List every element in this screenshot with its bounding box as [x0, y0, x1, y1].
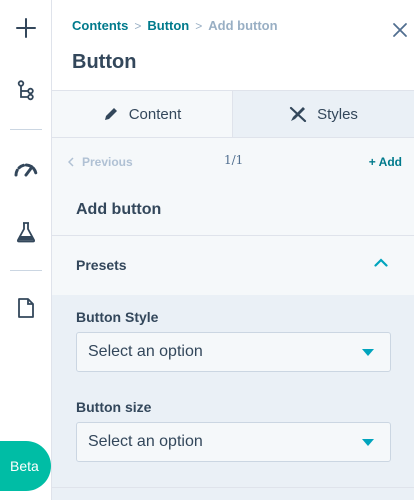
presets-toggle[interactable]: Presets — [52, 236, 414, 294]
tab-bar: Content Styles — [52, 90, 414, 138]
breadcrumb-contents[interactable]: Contents — [72, 18, 128, 33]
button-size-label: Button size — [76, 399, 152, 415]
button-style-label: Button Style — [76, 309, 159, 325]
item-count: 1/1 — [224, 153, 244, 167]
page-settings-button[interactable] — [0, 288, 52, 328]
button-size-value: Select an option — [88, 433, 203, 450]
beta-badge[interactable]: Beta — [0, 441, 51, 491]
breadcrumb-current: Add button — [208, 18, 278, 33]
plus-icon — [16, 18, 36, 38]
button-style-value: Select an option — [88, 343, 203, 360]
caret-down-icon — [362, 439, 374, 446]
left-rail — [0, 0, 52, 500]
form-divider — [52, 487, 414, 488]
gauge-icon — [14, 163, 38, 177]
flask-icon — [16, 222, 36, 243]
tab-content-label: Content — [128, 105, 182, 123]
button-style-select[interactable]: Select an option — [76, 332, 391, 372]
editor-panel: Contents > Button > Add button Button Co… — [52, 0, 414, 500]
breadcrumb-separator: > — [134, 18, 142, 33]
previous-button[interactable]: Previous — [68, 155, 133, 169]
rail-divider — [10, 129, 42, 130]
breadcrumb-separator: > — [195, 18, 203, 33]
pencil-icon — [104, 108, 117, 120]
tab-styles-label: Styles — [317, 105, 358, 123]
layers-button[interactable] — [0, 71, 52, 111]
add-module-button[interactable] — [0, 8, 52, 48]
chevron-up-icon — [374, 258, 388, 267]
presets-label: Presets — [76, 257, 127, 273]
section-title: Add button — [76, 201, 162, 218]
page-title: Button — [72, 51, 137, 73]
breadcrumb-button[interactable]: Button — [147, 18, 189, 33]
caret-down-icon — [362, 349, 374, 356]
close-button[interactable] — [390, 20, 410, 40]
button-size-select[interactable]: Select an option — [76, 422, 391, 462]
beta-label: Beta — [10, 458, 39, 474]
presets-form: Button Style Select an option Button siz… — [52, 295, 414, 500]
add-item-button[interactable]: + Add — [369, 155, 402, 169]
rail-divider — [10, 270, 42, 271]
optimize-button[interactable] — [0, 148, 52, 188]
test-button[interactable] — [0, 212, 52, 252]
tab-styles[interactable]: Styles — [233, 91, 414, 137]
panel-body: Previous 1/1 + Add Add button Presets Bu… — [52, 138, 414, 500]
previous-label: Previous — [82, 155, 133, 169]
tab-content[interactable]: Content — [52, 91, 233, 137]
close-icon — [393, 23, 407, 37]
chevron-left-icon — [68, 157, 74, 167]
panel-header: Contents > Button > Add button Button — [52, 0, 414, 90]
document-icon — [18, 298, 34, 318]
breadcrumb: Contents > Button > Add button — [72, 18, 278, 33]
tree-icon — [17, 80, 34, 101]
brush-icon — [289, 106, 307, 122]
item-pager: Previous 1/1 + Add — [52, 138, 414, 186]
